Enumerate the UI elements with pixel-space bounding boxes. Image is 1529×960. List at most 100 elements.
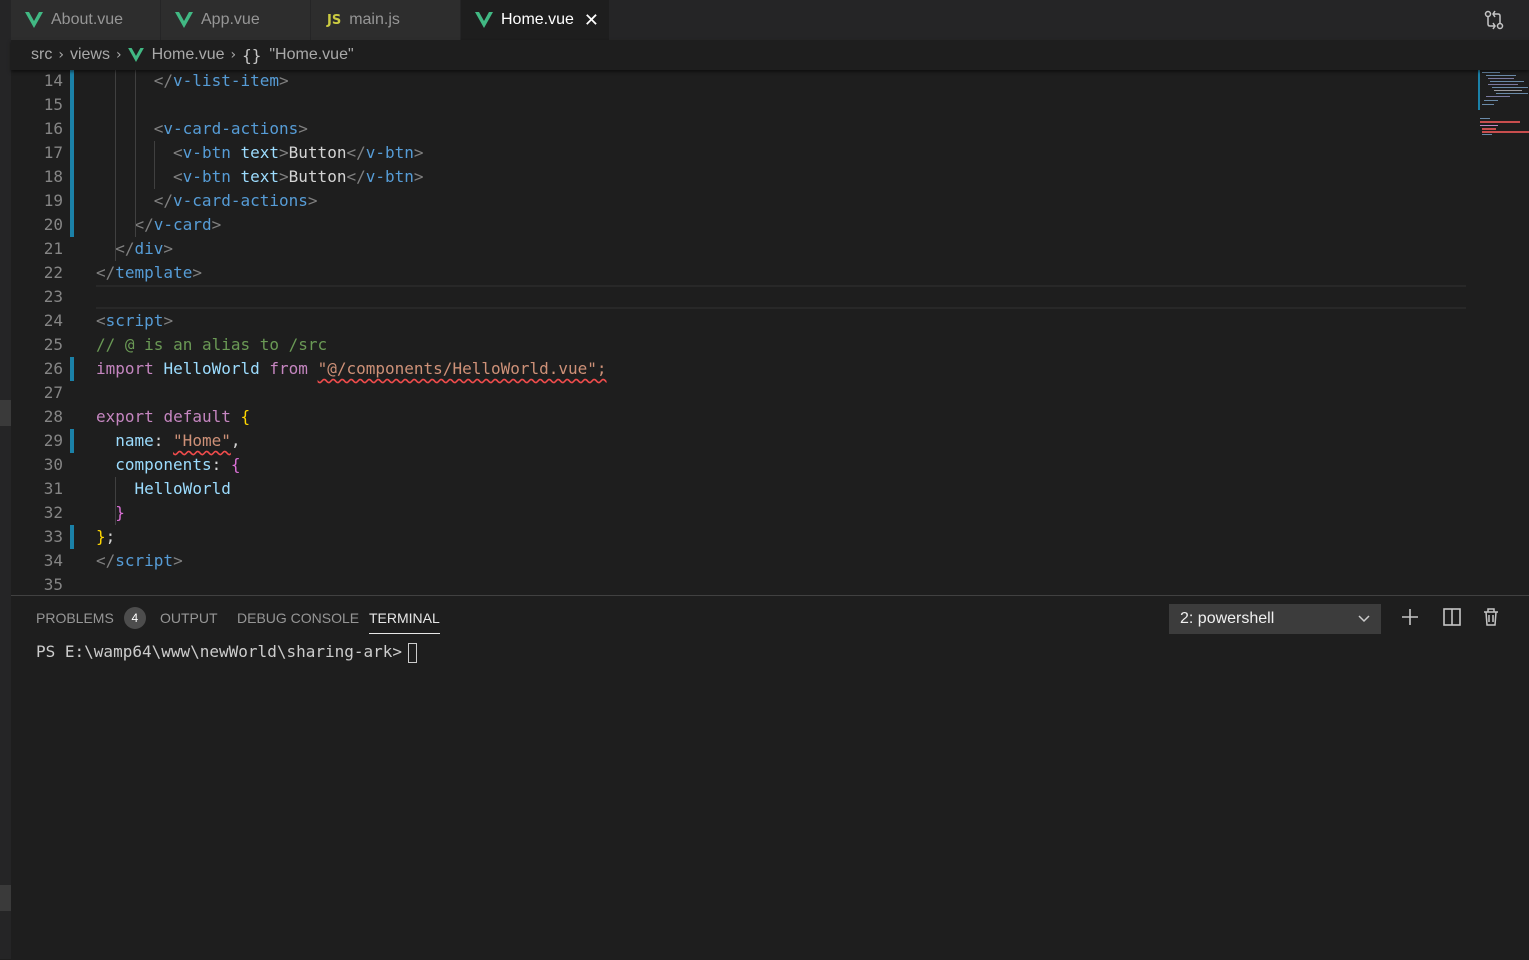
terminal-select[interactable]: 2: powershell [1169,604,1381,634]
line-number: 16 [43,119,63,138]
code-token: < [173,143,183,162]
code-token: "@/components/HelloWorld.vue"; [317,359,607,378]
tab-app-vue[interactable]: App.vue [161,0,310,40]
tab-output[interactable]: OUTPUT [160,596,218,640]
code-line[interactable]: 18 <v-btn text>Button</v-btn> [11,165,1466,189]
code-token: </ [346,167,366,186]
tab-label: DEBUG CONSOLE [237,610,360,626]
code-token: > [413,167,424,186]
code-token: text [240,167,280,186]
code-token: "Home" [173,431,231,450]
code-line[interactable]: 26 import HelloWorld from "@/components/H… [11,357,1466,381]
tab-home-vue[interactable]: Home.vue ✕ [461,0,609,40]
code-text: HelloWorld [135,477,231,501]
tab-about-vue[interactable]: About.vue [11,0,160,40]
chevron-down-icon [1358,615,1370,623]
code-line[interactable]: 16 <v-card-actions> [11,117,1466,141]
code-token: template [115,263,193,282]
code-text: </v-card-actions> [154,189,318,213]
code-token: v-card [153,215,212,234]
code-token: < [96,311,106,330]
code-token: < [173,167,183,186]
code-line[interactable]: 25 // @ is an alias to /src [11,333,1466,357]
code-token: script [105,311,164,330]
code-token: Button [288,143,347,162]
js-icon: JS [327,12,342,28]
code-token: </ [96,551,116,570]
code-line[interactable]: 32} [11,501,1466,525]
code-line[interactable]: 15 [11,93,1466,117]
code-line[interactable]: 29 name: "Home", [11,429,1466,453]
code-line[interactable]: 22 </template> [11,261,1466,285]
tab-label: TERMINAL [369,610,440,626]
activity-edge [0,0,11,959]
code-line[interactable]: 28 export default { [11,405,1466,429]
code-token: text [240,143,280,162]
split-icon[interactable] [1441,606,1463,628]
line-number: 20 [43,215,63,234]
edge-marker [0,885,11,911]
code-line[interactable]: 34 </script> [11,549,1466,573]
tab-problems[interactable]: PROBLEMS 4 [36,596,146,640]
modified-line-indicator [70,165,74,189]
tab-debug-console[interactable]: DEBUG CONSOLE [237,596,359,640]
code-line[interactable]: 17 <v-btn text>Button</v-btn> [11,141,1466,165]
code-token: ; [105,527,116,546]
code-token: v-btn [182,143,231,162]
breadcrumb-symbol[interactable]: "Home.vue" [269,46,353,64]
code-text: components: { [115,453,240,477]
open-changes-icon[interactable] [1483,9,1505,31]
code-token: HelloWorld [134,479,231,498]
close-icon[interactable]: ✕ [584,10,599,31]
tab-main-js[interactable]: JS main.js [311,0,460,40]
modified-line-indicator [70,525,74,549]
code-token: > [163,311,174,330]
breadcrumb-src[interactable]: src [31,46,52,64]
vue-icon [127,48,144,62]
modified-line-indicator [70,189,74,213]
code-text: </div> [115,237,173,261]
code-text: </template> [96,261,202,285]
tab-label: About.vue [51,11,124,28]
indent-guide [153,141,155,189]
code-line[interactable]: 19 </v-card-actions> [11,189,1466,213]
breadcrumb-views[interactable]: views [70,46,110,64]
terminal-output[interactable]: PS E:\wamp64\www\newWorld\sharing-ark> [36,640,418,664]
code-token: > [279,71,289,90]
modified-line-indicator [70,117,74,141]
code-token: name [115,431,154,450]
code-line[interactable]: 21 </div> [11,237,1466,261]
breadcrumb-file[interactable]: Home.vue [152,46,225,64]
line-number: 31 [43,479,63,498]
trash-icon[interactable] [1480,606,1502,628]
code-token: < [153,119,164,138]
code-token: export [96,407,154,426]
code-token: HelloWorld [163,359,260,378]
minimap[interactable] [1466,70,1529,595]
tab-label: OUTPUT [160,610,218,626]
code-editor[interactable]: 14 </v-list-item> 15 16 <v-card-actions> 17 <v… [11,70,1529,595]
code-line[interactable]: 20 </v-card> [11,213,1466,237]
code-line[interactable]: 27 [11,381,1466,405]
line-number: 32 [43,503,63,522]
tab-terminal[interactable]: TERMINAL [369,596,440,640]
code-token: Button [288,167,347,186]
code-line[interactable]: 33}; [11,525,1466,549]
code-line[interactable]: 35 [11,573,1466,595]
code-line[interactable]: 31 HelloWorld [11,477,1466,501]
code-line[interactable]: 14 </v-list-item> [11,70,1466,93]
line-number: 35 [43,575,63,594]
code-line[interactable]: 30 components: { [11,453,1466,477]
code-line[interactable]: 24 <script> [11,309,1466,333]
code-token: > [163,239,174,258]
line-number: 28 [43,407,63,426]
indent-guide [115,70,117,261]
plus-icon[interactable] [1399,606,1421,628]
code-token: v-btn [365,143,414,162]
code-token: > [413,143,424,162]
code-line[interactable]: 23 [11,285,1466,309]
